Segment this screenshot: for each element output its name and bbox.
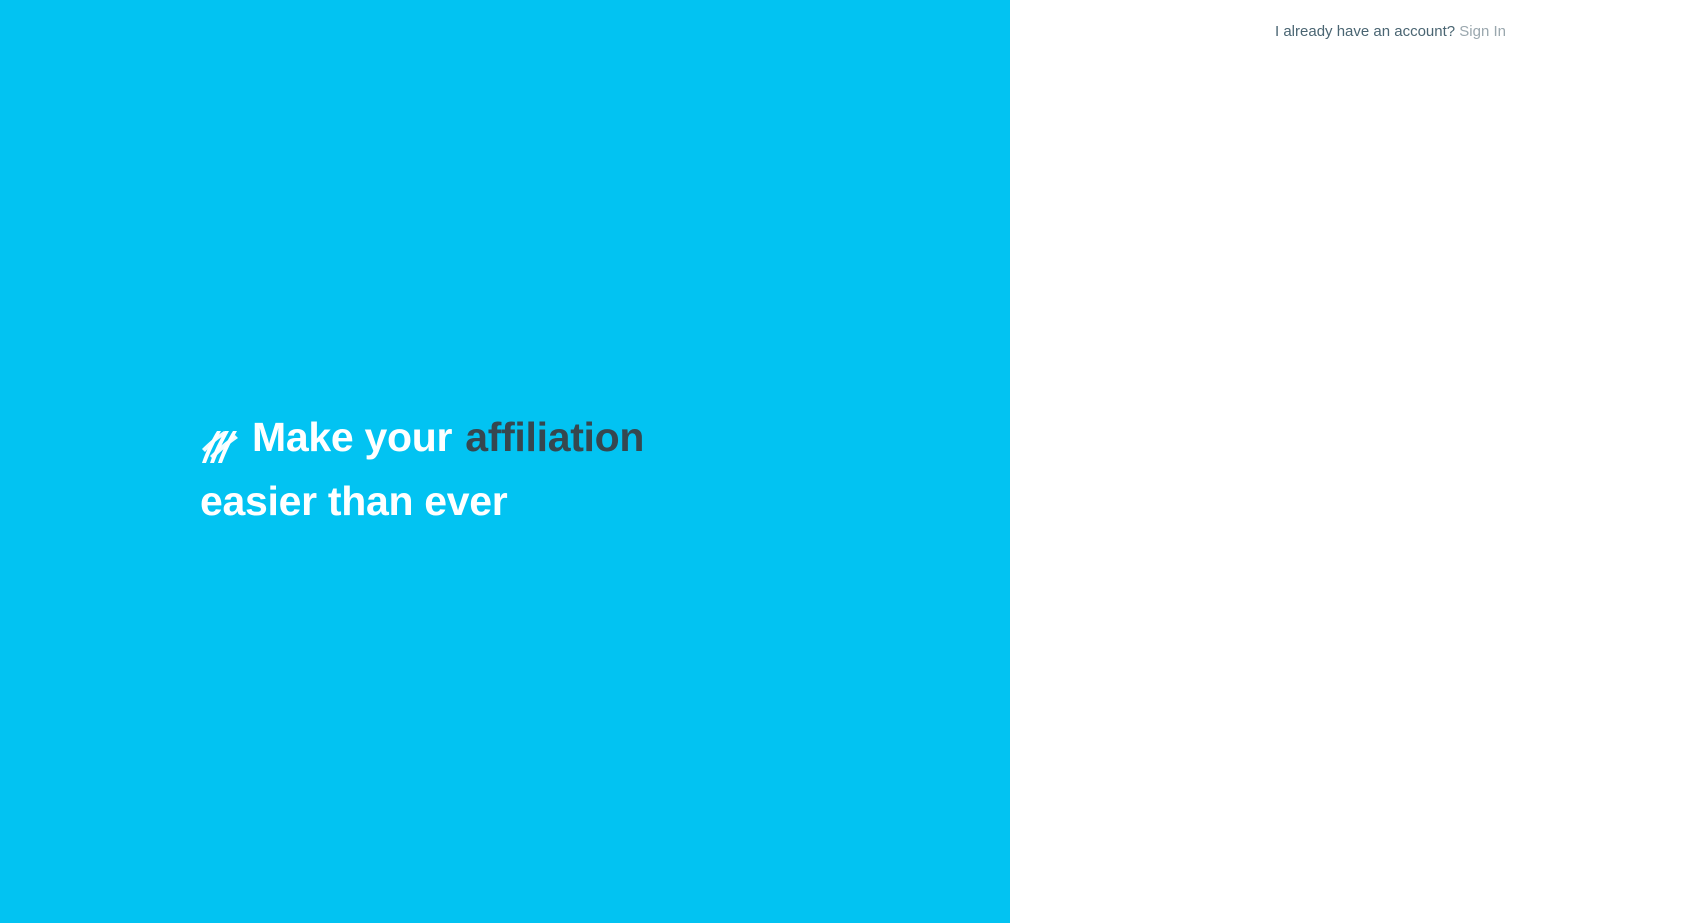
hero-headline-accent: affiliation — [465, 414, 645, 460]
hero-headline-line-1: Make your affiliation — [200, 405, 960, 469]
account-prompt-text: I already have an account? — [1275, 23, 1456, 40]
account-prompt-row: I already have an account? Sign In — [1275, 23, 1506, 40]
hero-headline-line-2: easier than ever — [200, 478, 508, 524]
hero-panel: Make your affiliation easier than ever — [0, 0, 1010, 923]
sign-in-link[interactable]: Sign In — [1459, 23, 1506, 40]
form-panel: I already have an account? Sign In Sign … — [1010, 0, 1707, 923]
hero-headline-plain: Make your — [252, 414, 453, 460]
signup-page: Make your affiliation easier than ever I… — [0, 0, 1707, 923]
hero-content: Make your affiliation easier than ever — [200, 405, 960, 533]
diagonal-stripes-logo-icon — [200, 419, 242, 463]
